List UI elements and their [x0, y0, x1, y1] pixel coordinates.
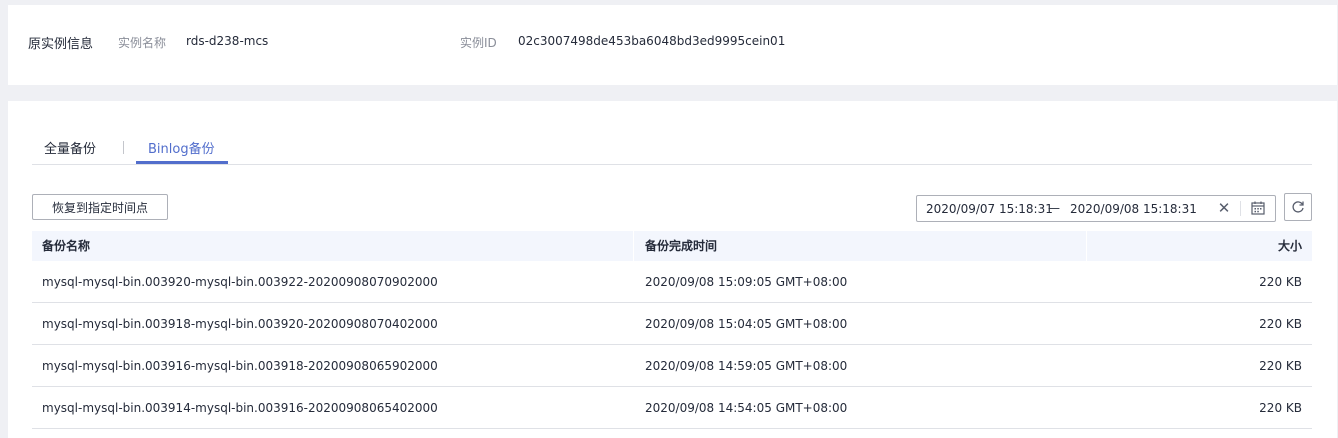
binlog-backup-table: 备份名称 备份完成时间 大小 mysql-mysql-bin.003920-my…	[32, 231, 1312, 429]
instance-name-label: 实例名称	[118, 36, 167, 50]
calendar-icon[interactable]	[1251, 201, 1265, 215]
completion-time-cell: 2020/09/08 15:09:05 GMT+08:00	[645, 275, 848, 289]
size-cell: 220 KB	[1259, 359, 1302, 373]
column-header-completion-time: 备份完成时间	[645, 239, 718, 253]
table-row: mysql-mysql-bin.003918-mysql-bin.003920-…	[32, 303, 1312, 345]
backup-name-cell: mysql-mysql-bin.003920-mysql-bin.003922-…	[42, 275, 438, 289]
column-header-size: 大小	[1277, 239, 1302, 253]
backup-name-cell: mysql-mysql-bin.003914-mysql-bin.003916-…	[42, 401, 438, 415]
instance-info-panel: 原实例信息 实例名称 rds-d238-mcs 实例ID 02c3007498d…	[8, 5, 1337, 85]
column-header-backup-name: 备份名称	[42, 239, 91, 253]
calendar-divider	[1240, 201, 1241, 216]
column-divider	[633, 231, 634, 261]
backup-list-panel: 全量备份 Binlog备份 恢复到指定时间点 2020/09/07 15:18:…	[8, 101, 1337, 438]
tab-binlog-backup[interactable]: Binlog备份	[148, 138, 215, 157]
backup-tabs: 全量备份 Binlog备份	[32, 125, 1312, 165]
instance-id-label: 实例ID	[460, 36, 497, 50]
restore-to-point-in-time-button[interactable]: 恢复到指定时间点	[32, 194, 168, 220]
refresh-icon	[1292, 201, 1304, 213]
date-range-end[interactable]: 2020/09/08 15:18:31	[1070, 202, 1197, 216]
date-range-separator: —	[1048, 201, 1060, 215]
column-divider	[1086, 231, 1087, 261]
instance-id-value: 02c3007498de453ba6048bd3ed9995cein01	[518, 34, 786, 48]
completion-time-cell: 2020/09/08 14:59:05 GMT+08:00	[645, 359, 848, 373]
table-row: mysql-mysql-bin.003920-mysql-bin.003922-…	[32, 261, 1312, 303]
date-range-start[interactable]: 2020/09/07 15:18:31	[926, 202, 1053, 216]
instance-name-value: rds-d238-mcs	[186, 34, 269, 48]
table-row: mysql-mysql-bin.003916-mysql-bin.003918-…	[32, 345, 1312, 387]
date-range-picker[interactable]: 2020/09/07 15:18:31 — 2020/09/08 15:18:3…	[916, 195, 1276, 222]
completion-time-cell: 2020/09/08 15:04:05 GMT+08:00	[645, 317, 848, 331]
active-tab-indicator	[136, 161, 228, 164]
size-cell: 220 KB	[1259, 401, 1302, 415]
table-header: 备份名称 备份完成时间 大小	[32, 231, 1312, 261]
tab-full-backup[interactable]: 全量备份	[44, 138, 96, 157]
backup-name-cell: mysql-mysql-bin.003916-mysql-bin.003918-…	[42, 359, 438, 373]
backup-name-cell: mysql-mysql-bin.003918-mysql-bin.003920-…	[42, 317, 438, 331]
instance-info-title: 原实例信息	[28, 37, 94, 52]
size-cell: 220 KB	[1259, 275, 1302, 289]
refresh-button[interactable]	[1284, 193, 1312, 221]
completion-time-cell: 2020/09/08 14:54:05 GMT+08:00	[645, 401, 848, 415]
table-row: mysql-mysql-bin.003914-mysql-bin.003916-…	[32, 387, 1312, 429]
restore-button-label: 恢复到指定时间点	[51, 200, 148, 215]
tab-divider	[123, 141, 124, 154]
size-cell: 220 KB	[1259, 317, 1302, 331]
close-icon[interactable]: ✕	[1216, 200, 1232, 217]
